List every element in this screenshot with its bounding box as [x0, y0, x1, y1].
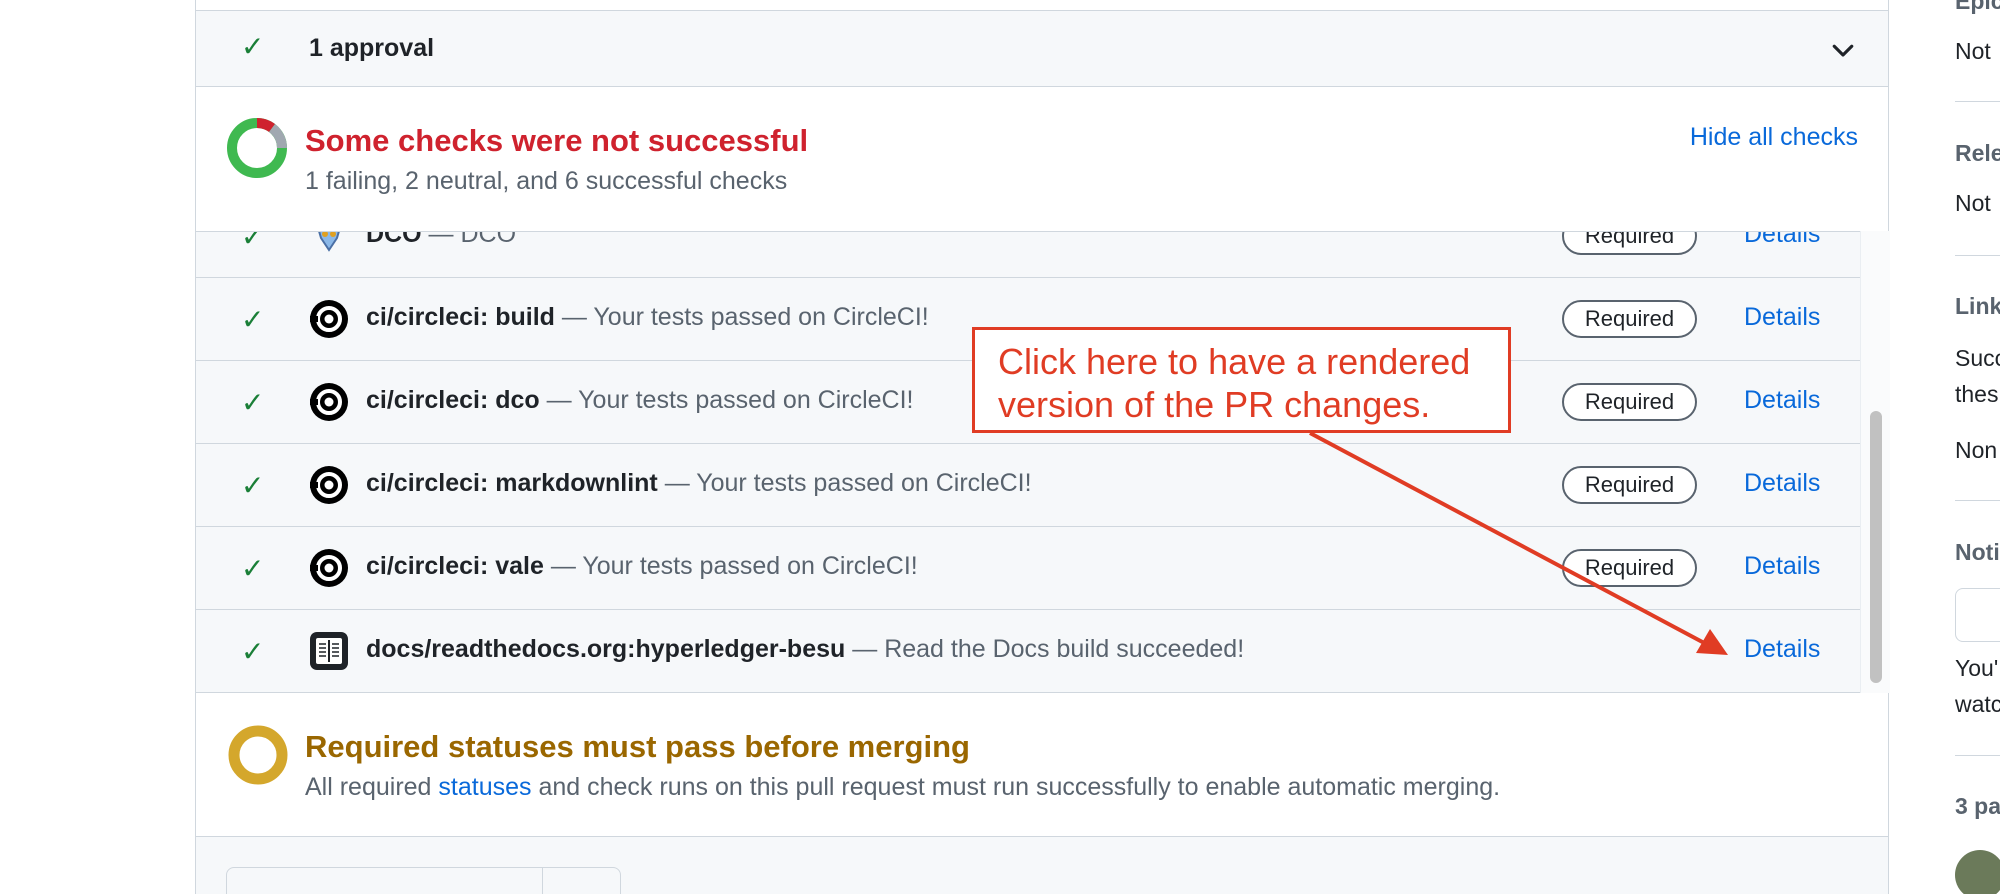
check-description: Your tests passed on CircleCI! — [578, 386, 914, 414]
merge-button-divider — [542, 868, 543, 894]
sidebar-divider — [1955, 755, 2000, 756]
check-name: ci/circleci: markdownlint — [366, 469, 658, 497]
details-link[interactable]: Details — [1744, 635, 1820, 664]
sidebar-notifications-heading: Noti — [1955, 539, 2000, 565]
check-icon: ✓ — [241, 387, 265, 418]
circleci-icon — [310, 466, 348, 504]
annotation-line: version of the PR changes. — [998, 384, 1431, 425]
checks-summary: Some checks were not successful 1 failin… — [196, 87, 1888, 231]
sidebar-notifications-line: You' — [1955, 655, 1999, 681]
details-link[interactable]: Details — [1744, 232, 1820, 249]
check-icon: ✓ — [241, 304, 265, 335]
check-icon: ✓ — [241, 636, 265, 667]
check-icon: ✓ — [241, 470, 265, 501]
sidebar-participants-heading: 3 pa — [1955, 793, 2000, 819]
approval-label: 1 approval — [309, 34, 435, 62]
required-badge: Required — [1562, 383, 1697, 421]
check-separator: — — [554, 303, 594, 331]
merge-box: ✓ 1 approval Some checks were not succes… — [195, 0, 1890, 894]
sidebar-notifications-line: watc — [1955, 691, 2000, 717]
check-row-circleci-markdownlint: ✓ ci/circleci: markdownlint — Your tests… — [196, 444, 1860, 527]
check-description: Your tests passed on CircleCI! — [582, 552, 918, 580]
annotation-callout: Click here to have a rendered version of… — [972, 327, 1511, 433]
check-separator: — — [539, 386, 579, 414]
check-name: ci/circleci: dco — [366, 386, 540, 414]
check-row-dco: ✓ DCO — DCO Required Details — [196, 231, 1860, 278]
details-link[interactable]: Details — [1744, 552, 1820, 581]
sidebar-linked-line: Succ — [1955, 345, 2000, 371]
required-badge: Required — [1562, 466, 1697, 504]
check-row-circleci-vale: ✓ ci/circleci: vale — Your tests passed … — [196, 527, 1860, 610]
details-link[interactable]: Details — [1744, 303, 1820, 332]
required-statuses-section: Required statuses must pass before mergi… — [196, 693, 1888, 837]
sidebar-linked-none: Non — [1955, 437, 1998, 463]
check-name: docs/readthedocs.org:hyperledger-besu — [366, 635, 846, 663]
required-statuses-title: Required statuses must pass before mergi… — [305, 729, 970, 764]
check-description: Read the Docs build succeeded! — [884, 635, 1245, 663]
sidebar-linked-heading: Link — [1955, 293, 2000, 319]
check-description: Your tests passed on CircleCI! — [696, 469, 1032, 497]
summary-title: Some checks were not successful — [305, 123, 809, 158]
circleci-icon — [310, 300, 348, 338]
scrollbar-thumb[interactable] — [1870, 411, 1882, 683]
circleci-icon — [310, 549, 348, 587]
sidebar-release-heading: Rele — [1955, 140, 2000, 166]
required-badge: Required — [1562, 549, 1697, 587]
check-separator: — — [845, 635, 885, 663]
chevron-down-icon[interactable] — [1828, 35, 1858, 65]
check-description: DCO — [460, 231, 517, 248]
sidebar-divider — [1955, 101, 2000, 102]
check-row-readthedocs: ✓ docs/readthedocs.org:hyperledger-besu … — [196, 610, 1860, 692]
check-icon: ✓ — [241, 553, 265, 584]
readthedocs-icon — [310, 632, 348, 670]
details-link[interactable]: Details — [1744, 386, 1820, 415]
check-separator: — — [421, 231, 461, 248]
approval-row[interactable]: ✓ 1 approval — [196, 10, 1888, 87]
avatar[interactable] — [1955, 850, 2000, 894]
sidebar-divider — [1955, 500, 2000, 501]
dco-bot-icon — [318, 232, 340, 252]
check-separator: — — [543, 552, 583, 580]
annotation-line: Click here to have a rendered — [998, 341, 1471, 382]
check-name: DCO — [366, 231, 422, 248]
sidebar-epic-heading: Epic — [1955, 0, 2000, 14]
right-sidebar: Epic Not Rele Not Link Succ thes Non Not… — [1955, 0, 2000, 894]
summary-subtitle: 1 failing, 2 neutral, and 6 successful c… — [305, 167, 788, 195]
required-statuses-description: All required statuses and check runs on … — [305, 773, 1501, 801]
pending-status-icon — [228, 725, 288, 785]
statuses-link[interactable]: statuses — [438, 773, 531, 801]
check-icon: ✓ — [241, 31, 265, 62]
details-link[interactable]: Details — [1744, 469, 1820, 498]
circleci-icon — [310, 383, 348, 421]
sidebar-release-value: Not — [1955, 190, 1991, 216]
check-name: ci/circleci: vale — [366, 552, 544, 580]
checks-scrollbar[interactable] — [1860, 231, 1890, 693]
merge-actions-bar — [196, 837, 1888, 894]
check-name: ci/circleci: build — [366, 303, 555, 331]
check-separator: — — [657, 469, 697, 497]
hide-all-checks-link[interactable]: Hide all checks — [1690, 123, 1858, 152]
checks-list[interactable]: ✓ DCO — DCO Required Details ✓ ci/circle… — [196, 231, 1860, 693]
merge-button[interactable] — [226, 867, 621, 894]
check-icon: ✓ — [241, 231, 265, 252]
subscribe-button[interactable] — [1955, 588, 2000, 642]
checks-status-donut-icon — [227, 118, 287, 178]
required-badge: Required — [1562, 232, 1697, 255]
check-description: Your tests passed on CircleCI! — [593, 303, 929, 331]
sidebar-epic-value: Not — [1955, 38, 1991, 64]
sidebar-linked-line: thes — [1955, 381, 1999, 407]
sidebar-divider — [1955, 255, 2000, 256]
required-badge: Required — [1562, 300, 1697, 338]
